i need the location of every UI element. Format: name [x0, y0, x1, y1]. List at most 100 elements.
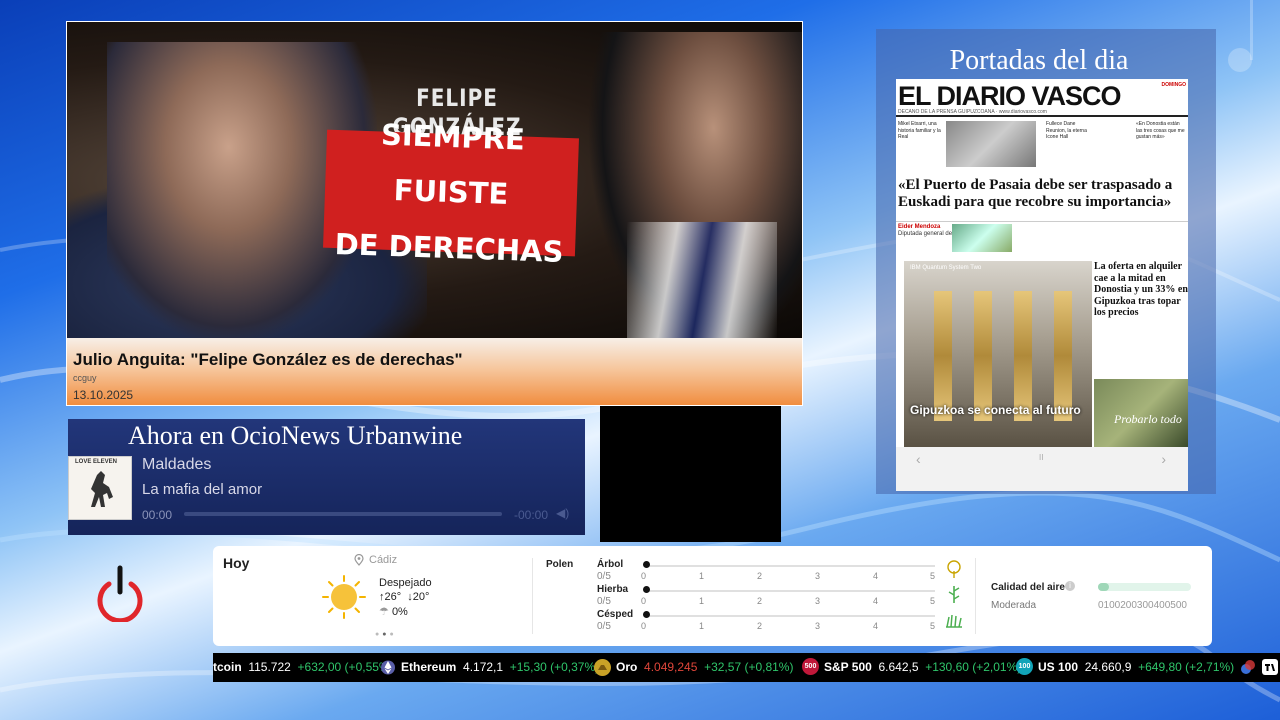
umbrella-icon: ☂: [379, 606, 389, 618]
horse-rider-icon: [91, 471, 113, 507]
newspaper-day: DOMINGO: [1161, 82, 1186, 88]
quantum-column: [1054, 291, 1072, 421]
cover-pager: ‹ II ›: [896, 447, 1188, 491]
weather-today-label: Hoy: [223, 555, 250, 571]
video-info: Julio Anguita: "Felipe González es de de…: [67, 338, 802, 405]
prev-arrow-icon[interactable]: ‹: [916, 451, 921, 467]
newspaper-side-column: La oferta en alquiler cae a la mitad en …: [1094, 261, 1188, 447]
teaser-1: Mikel Etxarri, una historia familiar y l…: [898, 121, 941, 140]
ticker-price: 24.660,9: [1084, 660, 1132, 674]
divider: [975, 558, 976, 634]
polen-score: 0/5: [597, 596, 611, 607]
video-embed-placeholder[interactable]: [600, 406, 781, 542]
remaining-time: -00:00: [514, 508, 549, 522]
tree-icon: [947, 560, 961, 578]
video-card[interactable]: FELIPE GONZÁLEZ SIEMPRE FUISTE DE DERECH…: [66, 21, 803, 406]
next-arrow-icon[interactable]: ›: [1161, 451, 1166, 467]
globe-flags-icon: [1241, 660, 1255, 674]
ad-text: Probarlo todo: [1114, 412, 1182, 426]
ticker-change: +649,80 (+2,71%): [1138, 660, 1235, 674]
ticker-item-bitcoin[interactable]: tcoin 115.722 +632,00 (+0,55%): [213, 660, 394, 674]
polen-name: Árbol: [597, 559, 624, 570]
ticker-name: Oro: [616, 660, 638, 674]
author-name: Eider Mendoza: [898, 224, 941, 230]
portadas-title: Portadas del dia: [949, 45, 1129, 76]
polen-row-hierba: Hierba 0/5 012345: [597, 584, 962, 608]
ticker-name: tcoin: [213, 660, 242, 674]
polen-track: [645, 565, 935, 567]
ticker-price: 4.049,245: [644, 660, 698, 674]
newspaper-teasers: Mikel Etxarri, una historia familiar y l…: [896, 121, 1188, 171]
newspaper-name: EL DIARIO VASCO: [898, 81, 1122, 111]
polen-label: Polen: [546, 559, 574, 570]
ethereum-icon: [381, 660, 395, 675]
sp500-badge-icon: 500: [802, 658, 819, 675]
gold-icon: [594, 659, 611, 676]
temp-low: 20°: [412, 591, 430, 603]
weather-widget: Hoy Cádiz Despejado ↑26° ↓20° ☂ 0% ●●● P…: [213, 546, 1212, 646]
polen-name: Césped: [597, 609, 634, 620]
pause-icon[interactable]: II: [1039, 453, 1043, 462]
newspaper-cover[interactable]: EL DIARIO VASCO DECANO DE LA PRENSA GUIP…: [896, 79, 1188, 491]
author-photo: [952, 224, 1012, 252]
air-quality-level: Moderada: [991, 600, 1037, 611]
weather-temps: ↑26° ↓20°: [379, 591, 429, 603]
polen-track: [645, 615, 935, 617]
air-quality-label: Calidad del aire: [991, 582, 1065, 593]
weather-condition: Despejado: [379, 577, 432, 589]
ticker-change: +632,00 (+0,55%): [297, 660, 394, 674]
us100-badge-icon: 100: [1016, 658, 1033, 675]
ticker-name: S&P 500: [824, 660, 872, 674]
polen-score: 0/5: [597, 571, 611, 582]
polen-level-dot: [643, 586, 650, 593]
song-name: Maldades: [142, 456, 212, 473]
ticker-change: +15,30 (+0,37%): [509, 660, 600, 674]
market-ticker: tcoin 115.722 +632,00 (+0,55%) Ethereum …: [213, 653, 1280, 682]
teaser-photo: [946, 121, 1036, 167]
power-button[interactable]: [95, 564, 145, 624]
ticker-item-ethereum[interactable]: Ethereum 4.172,1 +15,30 (+0,37%): [401, 660, 599, 674]
volume-icon[interactable]: ◀): [556, 506, 569, 520]
quantum-column: [934, 291, 952, 421]
video-title[interactable]: Julio Anguita: "Felipe González es de de…: [73, 350, 463, 370]
polen-level-dot: [643, 561, 650, 568]
polen-row-cesped: Césped 0/5 012345: [597, 609, 962, 633]
weather-location: Cádiz: [369, 554, 398, 566]
newspaper-masthead: EL DIARIO VASCO DECANO DE LA PRENSA GUIP…: [896, 79, 1188, 117]
progress-bar[interactable]: [184, 512, 502, 516]
thumb-person-right-shirt: [627, 222, 777, 342]
ticker-item-sp500[interactable]: S&P 500 6.642,5 +130,60 (+2,01%): [824, 660, 1021, 674]
thumb-banner: SIEMPRE FUISTE DE DERECHAS: [323, 118, 579, 268]
air-quality-scale: 0100200300400500: [1098, 600, 1187, 611]
ticker-item-oro[interactable]: Oro 4.049,245 +32,57 (+0,81%): [616, 660, 793, 674]
album-art: LOVE ELEVEN: [68, 456, 132, 520]
divider: [532, 558, 533, 634]
artist-name: La mafia del amor: [142, 481, 263, 498]
main-photo-caption: Gipuzkoa se conecta al futuro: [910, 403, 1081, 417]
tradingview-logo-icon[interactable]: [1262, 659, 1278, 675]
arrow-down-icon: ↓: [404, 591, 413, 603]
ticker-name: Ethereum: [401, 660, 457, 674]
side-headline: La oferta en alquiler cae a la mitad en …: [1094, 261, 1188, 318]
ticker-change: +32,57 (+0,81%): [704, 660, 794, 674]
teaser-2: Fullece Dane Reunion, la eterna Icone Ha…: [1046, 121, 1087, 140]
location-pin-icon: [354, 554, 364, 566]
herb-icon: [948, 586, 960, 603]
rain-chance: 0%: [391, 606, 408, 618]
ticker-price: 4.172,1: [463, 660, 504, 674]
quantum-column: [1014, 291, 1032, 421]
polen-name: Hierba: [597, 584, 629, 595]
ticker-item-us100[interactable]: US 100 24.660,9 +649,80 (+2,71%): [1038, 660, 1234, 674]
grass-icon: [946, 614, 962, 628]
sun-icon: [322, 575, 366, 619]
portadas-panel: Portadas del dia EL DIARIO VASCO DECANO …: [876, 29, 1216, 494]
ticker-change: +130,60 (+2,01%): [925, 660, 1022, 674]
info-icon[interactable]: i: [1065, 581, 1075, 591]
video-date: 13.10.2025: [73, 388, 134, 402]
quantum-column: [974, 291, 992, 421]
carousel-dots[interactable]: ●●●: [375, 631, 397, 638]
radio-player: Ahora en OcioNews Urbanwine LOVE ELEVEN …: [68, 419, 585, 535]
temp-high: 26°: [384, 591, 402, 603]
video-thumbnail[interactable]: FELIPE GONZÁLEZ SIEMPRE FUISTE DE DERECH…: [67, 22, 802, 352]
video-channel: ccguy: [73, 373, 97, 383]
